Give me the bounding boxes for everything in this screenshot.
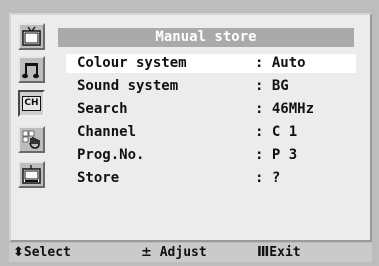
menu-row-search[interactable]: Search : 46MHz: [66, 100, 354, 119]
menu-row-channel[interactable]: Channel : C 1: [66, 123, 354, 142]
row-value: : P 3: [255, 147, 298, 163]
sound-note-icon: [22, 63, 39, 79]
menu-row-colour-system[interactable]: Colour system : Auto: [66, 54, 356, 73]
sidebar-item-sound[interactable]: [18, 56, 45, 83]
exit-hint: ⅢExit: [257, 243, 301, 262]
row-value: : Auto: [255, 55, 306, 71]
row-label: Colour system: [77, 55, 187, 71]
select-hint-label: Select: [23, 245, 71, 260]
row-value: : BG: [255, 78, 289, 94]
menu-title: Manual store: [58, 28, 354, 47]
plus-minus-icon: ±: [141, 245, 152, 260]
row-label: Channel: [77, 124, 137, 140]
row-value: : ?: [255, 170, 281, 186]
adjust-hint-label: Adjust: [159, 245, 207, 260]
menu-row-store[interactable]: Store : ?: [66, 169, 354, 188]
adjust-hint: ± Adjust: [141, 243, 207, 262]
menu-exit-icon: Ⅲ: [257, 245, 270, 260]
picture-tv-icon: [22, 26, 41, 46]
channel-icon: CH: [22, 96, 41, 111]
row-value: : 46MHz: [255, 101, 315, 117]
setup-tv-icon: [22, 165, 41, 184]
row-label: Search: [77, 101, 128, 117]
row-label: Prog.No.: [77, 147, 145, 163]
button-hint-bar: ⬍Select ± Adjust ⅢExit: [9, 243, 372, 262]
select-hint: ⬍Select: [13, 243, 71, 262]
menu-sidebar: CH: [12, 13, 48, 235]
menu-row-prog-no[interactable]: Prog.No. : P 3: [66, 146, 354, 165]
menu-row-sound-system[interactable]: Sound system : BG: [66, 77, 354, 96]
row-label: Store: [77, 170, 120, 186]
function-hand-icon: [22, 130, 40, 149]
sidebar-item-channel[interactable]: CH: [18, 90, 45, 117]
sidebar-item-function[interactable]: [18, 126, 45, 153]
sidebar-item-setup[interactable]: [18, 161, 45, 188]
row-label: Sound system: [77, 78, 179, 94]
up-down-arrow-icon: ⬍: [13, 245, 24, 260]
sidebar-item-picture[interactable]: [18, 23, 45, 50]
row-value: : C 1: [255, 124, 298, 140]
exit-hint-label: Exit: [269, 245, 301, 260]
